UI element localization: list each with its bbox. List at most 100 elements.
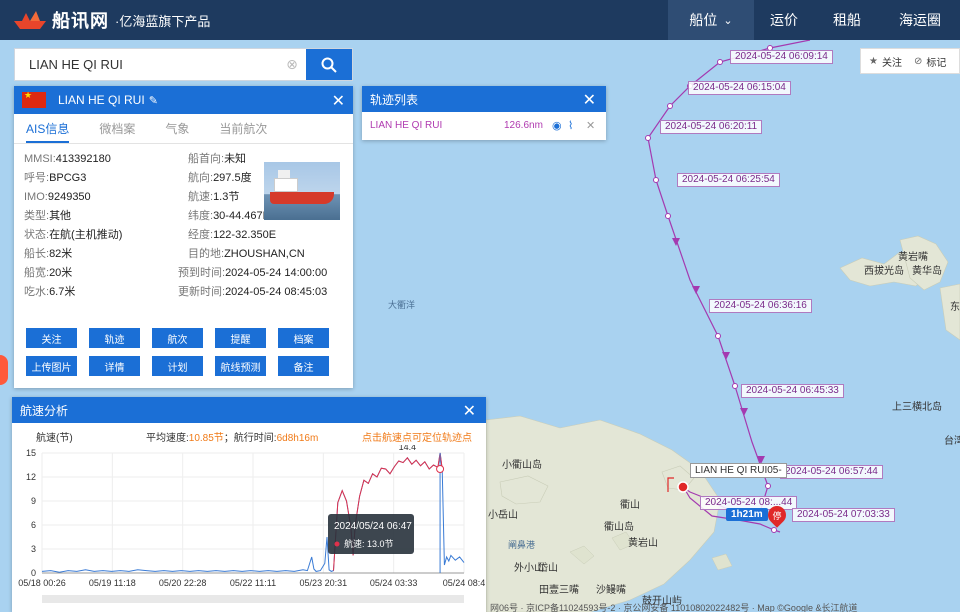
ship-photo[interactable] xyxy=(264,162,340,220)
follow-toolbar: ★ 关注 ⊘ 标记 xyxy=(860,48,960,74)
speed-meta: 航速(节) 平均速度:10.85节；航行时间:6d8h16m 点击航速点可定位轨… xyxy=(12,423,486,445)
place-label: 外小山 xyxy=(514,563,544,574)
star-icon[interactable]: ★ xyxy=(869,56,878,67)
ais-field-value: 122-32.350E xyxy=(213,229,277,241)
nav-freight[interactable]: 运价 xyxy=(754,0,814,40)
ship-photo-hull xyxy=(270,192,334,204)
speed-chart[interactable]: 0 3 6 9 12 15 05/18 00:26 05/19 11:18 05/20 22:2… xyxy=(12,442,486,612)
ais-field-value: 20米 xyxy=(49,267,73,279)
ais-field-value: 413392180 xyxy=(55,153,111,165)
eye-icon[interactable]: ◉ xyxy=(552,119,562,132)
track-time-tag[interactable]: 2024-05-24 06:25:54 xyxy=(677,173,780,187)
mark-label[interactable]: 标记 xyxy=(926,54,946,69)
voyage-button[interactable]: 航次 xyxy=(152,328,203,348)
ais-field-right: 预到时间:2024-05-24 14:00:00 xyxy=(178,266,327,280)
ais-field-value: 82米 xyxy=(49,248,73,260)
ais-field-value: 在航(主机推动) xyxy=(49,229,123,241)
boat-logo-icon xyxy=(14,11,46,29)
clear-icon[interactable]: ⊗ xyxy=(278,49,306,80)
nav-label: 海运圈 xyxy=(899,12,941,28)
follow-label[interactable]: 关注 xyxy=(882,54,902,69)
route-predict-button[interactable]: 航线预测 xyxy=(215,356,266,376)
logo[interactable]: 船讯网 ·亿海蓝旗下产品 xyxy=(0,7,210,33)
y-tick-label: 0 xyxy=(31,568,36,578)
ais-field-right: 更新时间:2024-05-24 08:45:03 xyxy=(178,285,327,299)
ship-name-suffix: 05- xyxy=(767,465,782,476)
track-list-header: 轨迹列表 ✕ xyxy=(362,86,606,112)
nav-charter[interactable]: 租船 xyxy=(814,0,880,40)
close-icon[interactable]: ✕ xyxy=(463,401,476,421)
ship-info-panel: LIAN HE QI RUI ✎ ✕ AIS信息 微档案 气象 当前航次 MMS… xyxy=(14,86,353,388)
ais-field-value: 297.5度 xyxy=(213,172,252,184)
logo-subtitle: ·亿海蓝旗下产品 xyxy=(115,13,211,29)
ship-photo-mast xyxy=(278,170,290,178)
chart-icon[interactable]: ⌇ xyxy=(568,119,573,132)
ais-field-left: 类型:其他 xyxy=(24,209,71,223)
track-time-tag[interactable]: 2024-05-24 06:20:11 xyxy=(660,120,763,134)
ship-position-marker xyxy=(677,481,689,493)
edit-icon[interactable]: ✎ xyxy=(149,94,158,107)
note-button[interactable]: 备注 xyxy=(278,356,329,376)
main-nav: 船位 ⌄ 运价 租船 海运圈 xyxy=(668,0,960,40)
tag-icon[interactable]: ⊘ xyxy=(914,56,922,67)
x-tick-label: 05/23 20:31 xyxy=(300,578,348,588)
delete-icon[interactable]: ✕ xyxy=(586,119,595,132)
ais-field-value: 9249350 xyxy=(47,191,91,203)
place-label: 西拔光岛 xyxy=(864,266,904,277)
track-time-tag[interactable]: 2024-05-24 06:15:04 xyxy=(688,81,791,95)
tab-current-voyage[interactable]: 当前航次 xyxy=(219,114,267,143)
details-button[interactable]: 详情 xyxy=(89,356,140,376)
track-ship-name: LIAN HE QI RUI xyxy=(370,119,443,131)
ais-field-value: 其他 xyxy=(49,210,72,222)
ais-field-left: 吃水:6.7米 xyxy=(24,285,75,299)
ais-field-key: 类型: xyxy=(24,210,50,222)
ais-field-key: 呼号: xyxy=(24,172,50,184)
track-time-tag[interactable]: 2024-05-24 06:45:33 xyxy=(741,384,844,398)
archive-button[interactable]: 档案 xyxy=(278,328,329,348)
x-tick-label: 05/19 11:18 xyxy=(89,578,136,588)
place-label: 东 xyxy=(950,302,960,313)
x-tick-label: 05/20 22:28 xyxy=(159,578,207,588)
search-button[interactable] xyxy=(306,49,352,80)
ais-field-key: 纬度: xyxy=(188,210,214,222)
duration-badge: 1h21m xyxy=(726,508,768,521)
track-time-tag[interactable]: 2024-05-24 06:09:14 xyxy=(730,50,833,64)
nav-ship-position[interactable]: 船位 ⌄ xyxy=(668,0,754,40)
side-collapse-handle[interactable] xyxy=(0,355,8,385)
ais-field-value: 30-44.467N xyxy=(213,210,271,222)
ship-name-label[interactable]: LIAN HE QI RUI05- xyxy=(690,463,787,478)
track-time-tag[interactable]: 2024-05-24 07:03:33 xyxy=(792,508,895,522)
speed-summary: 平均速度:10.85节；航行时间:6d8h16m xyxy=(146,429,318,444)
ais-field-left: MMSI:413392180 xyxy=(24,152,111,166)
x-tick-label: 05/22 11:11 xyxy=(230,578,276,588)
chart-range-scrollbar xyxy=(42,595,464,603)
upload-photo-button[interactable]: 上传图片 xyxy=(26,356,77,376)
ais-field-key: 状态: xyxy=(24,229,50,241)
avg-label: 平均速度: xyxy=(146,433,189,444)
tab-ais-info[interactable]: AIS信息 xyxy=(26,114,70,143)
ais-field-key: 船首向: xyxy=(188,153,225,165)
chevron-down-icon: ⌄ xyxy=(723,14,733,27)
tab-weather[interactable]: 气象 xyxy=(165,114,189,143)
tab-micro-archive[interactable]: 微档案 xyxy=(99,114,135,143)
ais-field-right: 经度:122-32.350E xyxy=(188,228,276,242)
close-icon[interactable]: ✕ xyxy=(332,91,345,111)
ais-field-key: 预到时间: xyxy=(178,267,226,279)
track-time-tag[interactable]: 2024-05-24 06:57:44 xyxy=(780,465,883,479)
track-list-title: 轨迹列表 xyxy=(370,92,419,107)
ship-search-input[interactable] xyxy=(15,49,278,80)
track-time-tag[interactable]: 2024-05-24 06:36:16 xyxy=(709,299,812,313)
track-button[interactable]: 轨迹 xyxy=(89,328,140,348)
ais-field-value: 6.7米 xyxy=(49,286,76,298)
nav-label: 租船 xyxy=(833,12,861,28)
plan-button[interactable]: 计划 xyxy=(152,356,203,376)
track-list-row[interactable]: LIAN HE QI RUI 126.6nm ◉ ⌇ ✕ xyxy=(362,112,606,138)
nav-label: 船位 xyxy=(689,12,718,28)
close-icon[interactable]: ✕ xyxy=(583,90,596,110)
reminder-button[interactable]: 提醒 xyxy=(215,328,266,348)
place-label: 衢山岛 xyxy=(604,522,634,533)
place-label: 黄华岛 xyxy=(912,266,942,277)
nav-shipping-circle[interactable]: 海运圈 xyxy=(880,0,960,40)
follow-button[interactable]: 关注 xyxy=(26,328,77,348)
y-tick-label: 9 xyxy=(31,496,36,506)
